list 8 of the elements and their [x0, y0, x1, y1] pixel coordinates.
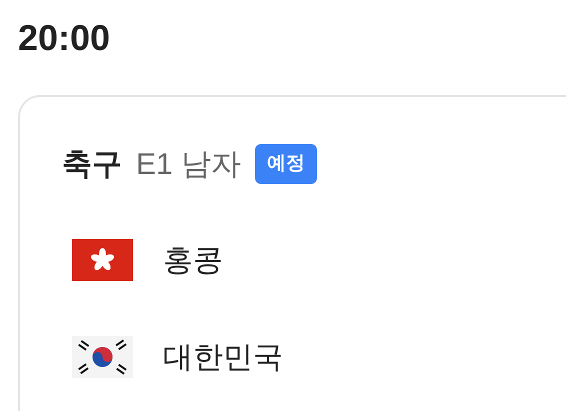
- team-name: 대한민국: [163, 340, 283, 376]
- flag-icon: [72, 239, 133, 281]
- flag-icon: [72, 336, 133, 378]
- match-time: 20:00: [18, 16, 110, 60]
- team-name: 홍콩: [163, 242, 223, 278]
- sport-label: 축구: [62, 146, 122, 182]
- event-label: E1 남자: [136, 146, 242, 182]
- status-badge: 예정: [255, 144, 318, 184]
